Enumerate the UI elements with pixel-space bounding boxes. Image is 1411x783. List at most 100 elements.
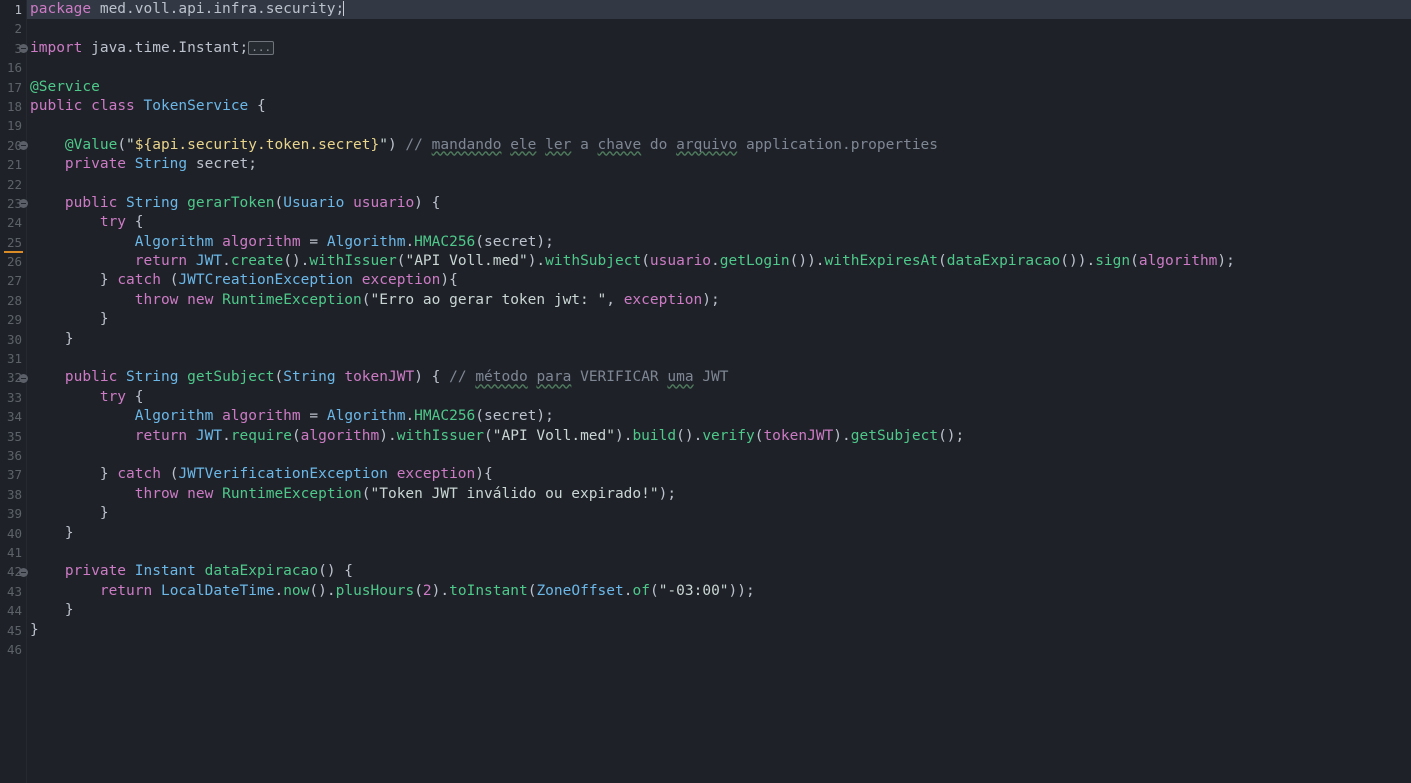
code-token: try (99, 214, 127, 231)
code-line[interactable]: 39 } (0, 504, 1411, 523)
code-token: do (641, 136, 677, 153)
code-line[interactable]: 32 public String getSubject(String token… (0, 368, 1411, 387)
code-line[interactable]: 23 public String gerarToken(Usuario usua… (0, 194, 1411, 213)
line-number: 36 (6, 447, 22, 463)
code-line[interactable]: 20 @Value("${api.security.token.secret}"… (0, 136, 1411, 155)
code-token: . (222, 253, 231, 270)
code-token: new (187, 291, 214, 308)
code-token: ); (702, 291, 720, 308)
code-line[interactable]: 24 try { (0, 213, 1411, 232)
code-token: application.properties (737, 136, 939, 153)
code-token: ( (274, 369, 284, 386)
code-line[interactable]: 45} (0, 621, 1411, 640)
code-text: public class TokenService { (30, 97, 266, 116)
code-line[interactable]: 28 throw new RuntimeException("Erro ao g… (0, 291, 1411, 310)
code-token: ( (160, 272, 179, 289)
line-number: 43 (6, 583, 22, 599)
code-token: // (405, 136, 432, 153)
code-line[interactable]: 40 } (0, 524, 1411, 543)
code-token: ). (614, 427, 633, 444)
code-line[interactable]: 26 return JWT.create().withIssuer("API V… (0, 252, 1411, 271)
code-editor[interactable]: 1 package med.voll.api.infra.security; 2 3i… (0, 0, 1411, 783)
code-line[interactable]: 18 public class TokenService { (0, 97, 1411, 116)
code-token: Instant (134, 563, 196, 580)
line-number: 22 (6, 176, 22, 192)
code-line[interactable]: 19 (0, 116, 1411, 135)
code-line[interactable]: 3import java.time.Instant;... (0, 39, 1411, 58)
code-token: } (30, 466, 118, 483)
code-token: try (99, 388, 127, 405)
fold-toggle-icon[interactable] (19, 567, 28, 577)
code-token: "-03:00" (658, 582, 729, 599)
code-token: ); (536, 233, 554, 250)
code-token: Algorithm (134, 408, 214, 425)
line-number: 31 (6, 351, 22, 367)
code-line[interactable]: 31 (0, 349, 1411, 368)
code-text: private Instant dataExpiracao() { (30, 562, 353, 581)
code-token: . (405, 233, 415, 250)
fold-toggle-icon[interactable] (19, 373, 28, 383)
code-line[interactable]: 41 (0, 543, 1411, 562)
code-token: algorithm (222, 233, 301, 250)
code-line[interactable]: 17 @Service (0, 78, 1411, 97)
code-token: = (300, 408, 327, 425)
code-line[interactable]: 1 package med.voll.api.infra.security; (0, 0, 1411, 20)
line-number: 24 (6, 215, 22, 231)
code-token: ( (414, 582, 423, 599)
code-token: public (64, 194, 118, 211)
collapsed-fold-placeholder[interactable]: ... (248, 40, 275, 55)
code-text: throw new RuntimeException("Token JWT in… (30, 485, 676, 504)
code-token: return (134, 253, 188, 270)
code-token: () { (318, 563, 354, 580)
code-token: "API Voll.med" (405, 253, 528, 270)
line-number: 19 (6, 118, 22, 134)
line-number: 39 (6, 506, 22, 522)
code-text: package med.voll.api.infra.security; (30, 0, 345, 19)
code-token: algorithm (1138, 253, 1218, 270)
code-line[interactable]: 27 } catch (JWTCreationException excepti… (0, 271, 1411, 290)
code-text: } (30, 621, 39, 640)
code-token: (); (938, 427, 965, 444)
code-token: ( (641, 253, 650, 270)
code-token: getSubject (187, 369, 275, 386)
line-number: 2 (14, 21, 22, 37)
code-line[interactable]: 36 (0, 446, 1411, 465)
code-token: RuntimeException (222, 291, 362, 308)
code-text: return JWT.create().withIssuer("API Voll… (30, 252, 1235, 271)
code-token: secret (484, 408, 537, 425)
code-line[interactable]: 37 } catch (JWTVerificationException exc… (0, 465, 1411, 484)
code-token: } (30, 505, 109, 522)
code-line[interactable]: 16 (0, 58, 1411, 77)
code-text: try { (30, 213, 144, 232)
code-line[interactable]: 46 (0, 640, 1411, 659)
code-text: return LocalDateTime.now().plusHours(2).… (30, 582, 755, 601)
code-line[interactable]: 42 private Instant dataExpiracao() { (0, 562, 1411, 581)
code-line[interactable]: 35 return JWT.require(algorithm).withIss… (0, 427, 1411, 446)
code-line[interactable]: 44 } (0, 601, 1411, 620)
code-token: TokenService (143, 97, 249, 114)
code-line[interactable]: 25 Algorithm algorithm = Algorithm.HMAC2… (0, 233, 1411, 254)
code-line[interactable]: 33 try { (0, 388, 1411, 407)
code-line[interactable]: 30 } (0, 330, 1411, 349)
line-number: 1 (14, 2, 22, 17)
code-line[interactable]: 21 private String secret; (0, 155, 1411, 174)
code-token: ( (1130, 253, 1139, 270)
code-token: gerarToken (187, 194, 275, 211)
code-token: secret (195, 156, 249, 173)
code-line[interactable]: 2 (0, 19, 1411, 38)
code-token: toInstant (449, 582, 528, 599)
code-token: ( (291, 427, 301, 444)
code-token: JWTVerificationException (178, 466, 388, 483)
code-line[interactable]: 38 throw new RuntimeException("Token JWT… (0, 485, 1411, 504)
code-line[interactable]: 34 Algorithm algorithm = Algorithm.HMAC2… (0, 407, 1411, 426)
code-line[interactable]: 29 } (0, 310, 1411, 329)
code-line[interactable]: 43 return LocalDateTime.now().plusHours(… (0, 582, 1411, 601)
code-line[interactable]: 22 (0, 175, 1411, 194)
line-number: 44 (6, 603, 22, 619)
